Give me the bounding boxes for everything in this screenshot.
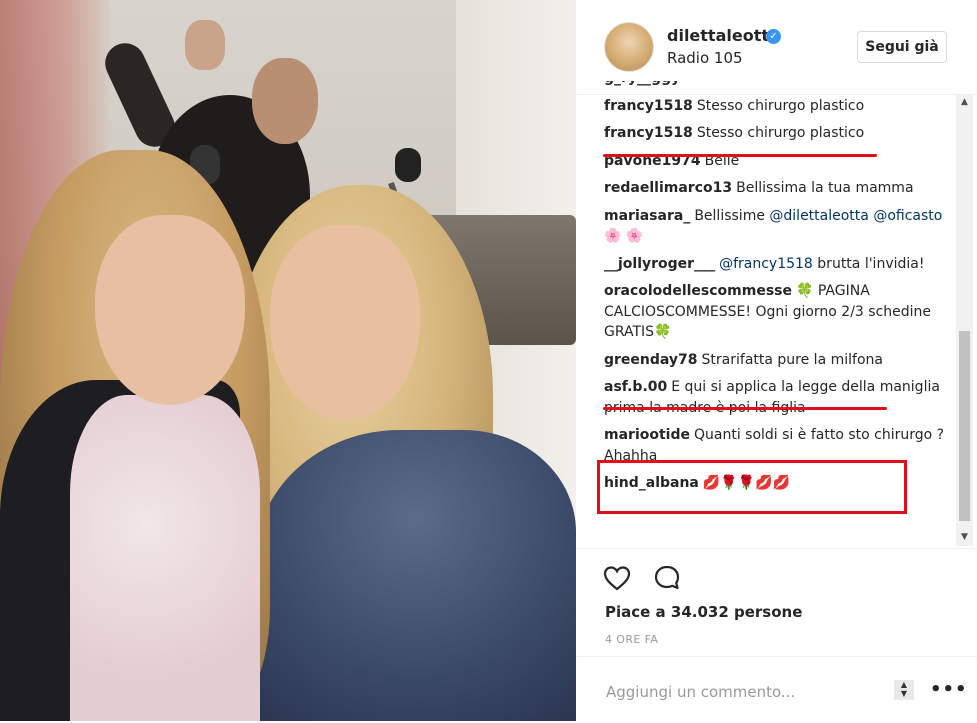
comment-username[interactable]: greenday78 [604,352,698,368]
add-comment-bar: ▲▼ ••• [576,656,977,723]
peace-sign-hand [185,20,225,70]
comment-item: asf.b.00 E qui si applica la legge della … [604,377,949,418]
comment-text: Stesso chirurgo plastico [696,125,865,141]
comment-text: brutta l'invidia! [817,255,925,272]
comment-item: francy1518 Stesso chirurgo plastico [604,123,949,144]
post-actions: Piace a 34.032 persone 4 ORE FA ▲▼ ••• [576,548,977,705]
more-options-icon[interactable]: ••• [930,679,968,700]
post-timestamp[interactable]: 4 ORE FA [605,633,658,646]
comment-username[interactable]: mariootide [604,427,690,443]
comment-text: Strarifatta pure la milfona [701,351,883,368]
woman-right-face [270,225,420,420]
comment-username[interactable]: francy1518 [604,98,693,114]
heart-icon[interactable] [602,563,632,593]
mention-link[interactable]: @oficasto [873,208,942,224]
scroll-up-arrow-icon[interactable]: ▲ [956,94,973,111]
woman-left-shirt [70,395,260,721]
woman-right-top [255,430,576,721]
annotation-box [597,460,907,514]
scrollbar-thumb[interactable] [959,331,970,521]
comment-text: Bellissime [694,207,765,224]
comment-username[interactable]: __jollyroger___ [604,256,715,272]
post-side-panel: dilettaleotta ✓ Radio 105 Segui già g_ry… [576,0,977,721]
comment-item: redaellimarco13 Bellissima la tua mamma [604,178,949,199]
post-photo[interactable] [0,0,576,721]
comment-username[interactable]: redaellimarco13 [604,180,732,196]
comment-item: g_ry__ggy [604,81,949,89]
following-button[interactable]: Segui già [857,31,947,63]
comment-username[interactable]: asf.b.00 [604,379,667,395]
comment-item: mariasara_ Bellissime @dilettaleotta @ofi… [604,206,949,247]
verified-badge-icon: ✓ [766,29,781,44]
woman-left-face [95,215,245,405]
comment-item: greenday78 Strarifatta pure la milfona [604,350,949,371]
comment-item: __jollyroger___ @francy1518 brutta l'invi… [604,254,949,275]
comment-icon[interactable] [652,563,682,593]
comment-username[interactable]: g_ry__ggy [604,81,680,86]
scroll-down-arrow-icon[interactable]: ▼ [956,529,973,546]
comment-username[interactable]: francy1518 [604,125,693,141]
comment-text: Bellissima la tua mamma [736,180,914,196]
comment-username[interactable]: oracolodellescommesse [604,283,792,299]
annotation-underline [603,154,877,157]
mention-link[interactable]: @dilettaleotta [769,208,868,224]
comments-scrollbar[interactable]: ▲ ▼ [956,94,973,546]
location-link[interactable]: Radio 105 [667,49,743,67]
comment-text: Stesso chirurgo plastico [696,97,865,114]
comment-item: francy1518 Stesso chirurgo plastico [604,96,949,117]
textarea-resize-stepper[interactable]: ▲ ▼ [894,680,914,700]
avatar[interactable] [604,22,654,72]
likes-count[interactable]: Piace a 34.032 persone [605,603,802,621]
man-head [252,58,318,144]
comment-username[interactable]: mariasara_ [604,208,690,224]
comment-item: oracolodellescommesse 🍀 PAGINA CALCIOSCOM… [604,281,949,343]
annotation-underline [603,407,887,410]
username-link[interactable]: dilettaleotta [667,26,780,45]
mention-link[interactable]: @francy1518 [719,256,813,272]
microphone-right [395,148,421,182]
add-comment-input[interactable] [604,679,878,705]
flower-emoji: 🌸 🌸 [604,228,644,244]
